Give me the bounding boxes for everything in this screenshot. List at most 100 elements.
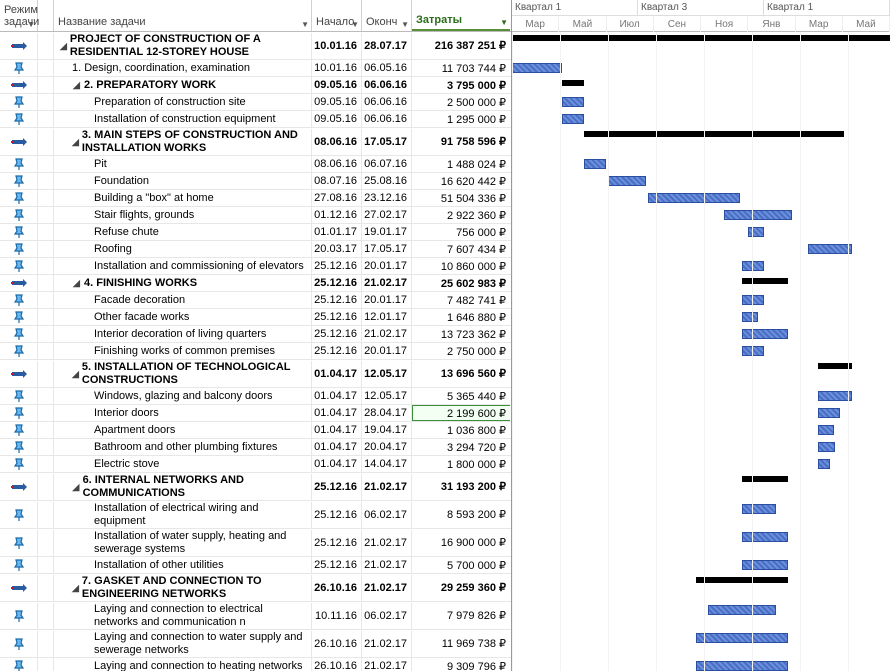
task-name-cell[interactable]: Refuse chute (54, 224, 312, 240)
task-start-cell[interactable]: 25.12.16 (312, 474, 362, 500)
task-cost-cell[interactable]: 13 696 560 ₽ (412, 361, 510, 387)
task-name-cell[interactable]: Electric stove (54, 456, 312, 472)
task-start-cell[interactable]: 01.04.17 (312, 405, 362, 421)
col-header-cost[interactable]: Затраты▼ (412, 0, 510, 31)
task-name-cell[interactable]: Finishing works of common premises (54, 343, 312, 359)
task-start-cell[interactable]: 27.08.16 (312, 190, 362, 206)
task-mode-cell[interactable] (0, 502, 38, 528)
task-row[interactable]: Apartment doors01.04.1719.04.171 036 800… (0, 422, 511, 439)
task-row[interactable]: ◢2. PREPARATORY WORK09.05.1606.06.163 79… (0, 77, 511, 94)
task-start-cell[interactable]: 25.12.16 (312, 326, 362, 342)
task-bar[interactable] (742, 560, 788, 570)
task-cost-cell[interactable]: 3 795 000 ₽ (412, 77, 510, 93)
task-end-cell[interactable]: 19.01.17 (362, 224, 412, 240)
task-start-cell[interactable]: 20.03.17 (312, 241, 362, 257)
task-row[interactable]: Refuse chute01.01.1719.01.17756 000 ₽ (0, 224, 511, 241)
task-name-cell[interactable]: Preparation of construction site (54, 94, 312, 110)
task-bar[interactable] (818, 425, 834, 435)
task-bar[interactable] (724, 210, 792, 220)
task-start-cell[interactable]: 10.01.16 (312, 33, 362, 59)
task-cost-cell[interactable]: 5 700 000 ₽ (412, 557, 510, 573)
task-mode-cell[interactable] (0, 129, 38, 155)
collapse-toggle-icon[interactable]: ◢ (72, 483, 80, 492)
task-name-cell[interactable]: Roofing (54, 241, 312, 257)
task-name-cell[interactable]: Stair flights, grounds (54, 207, 312, 223)
task-mode-cell[interactable] (0, 388, 38, 404)
task-start-cell[interactable]: 25.12.16 (312, 343, 362, 359)
task-start-cell[interactable]: 08.06.16 (312, 129, 362, 155)
task-start-cell[interactable]: 25.12.16 (312, 258, 362, 274)
task-cost-cell[interactable]: 16 620 442 ₽ (412, 173, 510, 189)
task-end-cell[interactable]: 21.02.17 (362, 326, 412, 342)
task-mode-cell[interactable] (0, 530, 38, 556)
task-row[interactable]: Installation of other utilities25.12.162… (0, 557, 511, 574)
summary-bar[interactable] (742, 278, 788, 284)
task-bar[interactable] (742, 261, 764, 271)
task-cost-cell[interactable]: 2 199 600 ₽ (412, 405, 510, 421)
task-cost-cell[interactable]: 11 703 744 ₽ (412, 60, 510, 76)
task-end-cell[interactable]: 06.06.16 (362, 77, 412, 93)
task-end-cell[interactable]: 21.02.17 (362, 530, 412, 556)
task-bar[interactable] (648, 193, 740, 203)
task-mode-cell[interactable] (0, 474, 38, 500)
task-mode-cell[interactable] (0, 603, 38, 629)
task-row[interactable]: Laying and connection to heating network… (0, 658, 511, 671)
collapse-toggle-icon[interactable]: ◢ (72, 584, 79, 593)
task-name-cell[interactable]: Laying and connection to heating network… (54, 658, 312, 671)
summary-bar[interactable] (584, 131, 844, 137)
task-name-cell[interactable]: Interior doors (54, 405, 312, 421)
task-row[interactable]: Installation of electrical wiring and eq… (0, 501, 511, 529)
task-mode-cell[interactable] (0, 343, 38, 359)
task-name-cell[interactable]: ◢5. INSTALLATION OF TECHNOLOGICAL CONSTR… (54, 361, 312, 387)
chevron-down-icon[interactable]: ▼ (27, 20, 35, 29)
collapse-toggle-icon[interactable]: ◢ (72, 81, 81, 90)
task-bar[interactable] (696, 633, 788, 643)
task-mode-cell[interactable] (0, 575, 38, 601)
task-row[interactable]: Foundation08.07.1625.08.1616 620 442 ₽ (0, 173, 511, 190)
task-bar[interactable] (808, 244, 852, 254)
task-end-cell[interactable]: 17.05.17 (362, 241, 412, 257)
task-cost-cell[interactable]: 216 387 251 ₽ (412, 33, 510, 59)
task-name-cell[interactable]: Installation and commissioning of elevat… (54, 258, 312, 274)
summary-bar[interactable] (696, 577, 788, 583)
task-cost-cell[interactable]: 8 593 200 ₽ (412, 502, 510, 528)
task-cost-cell[interactable]: 2 750 000 ₽ (412, 343, 510, 359)
summary-bar[interactable] (818, 363, 852, 369)
collapse-toggle-icon[interactable]: ◢ (72, 138, 79, 147)
task-name-cell[interactable]: ◢2. PREPARATORY WORK (54, 77, 312, 93)
task-end-cell[interactable]: 19.04.17 (362, 422, 412, 438)
task-cost-cell[interactable]: 11 969 738 ₽ (412, 631, 510, 657)
task-name-cell[interactable]: Pit (54, 156, 312, 172)
chevron-down-icon[interactable]: ▼ (500, 18, 508, 27)
task-name-cell[interactable]: Installation of other utilities (54, 557, 312, 573)
task-mode-cell[interactable] (0, 456, 38, 472)
task-mode-cell[interactable] (0, 241, 38, 257)
task-start-cell[interactable]: 26.10.16 (312, 575, 362, 601)
task-end-cell[interactable]: 06.07.16 (362, 156, 412, 172)
task-cost-cell[interactable]: 1 646 880 ₽ (412, 309, 510, 325)
task-row[interactable]: Finishing works of common premises25.12.… (0, 343, 511, 360)
task-mode-cell[interactable] (0, 173, 38, 189)
task-start-cell[interactable]: 01.04.17 (312, 361, 362, 387)
task-name-cell[interactable]: ◢PROJECT OF CONSTRUCTION OF A RESIDENTIA… (54, 33, 312, 59)
task-row[interactable]: Installation of water supply, heating an… (0, 529, 511, 557)
collapse-toggle-icon[interactable]: ◢ (60, 42, 67, 51)
task-end-cell[interactable]: 21.02.17 (362, 658, 412, 671)
task-end-cell[interactable]: 25.08.16 (362, 173, 412, 189)
task-mode-cell[interactable] (0, 258, 38, 274)
task-start-cell[interactable]: 01.01.17 (312, 224, 362, 240)
task-bar[interactable] (562, 114, 584, 124)
task-name-cell[interactable]: ◢3. MAIN STEPS OF CONSTRUCTION AND INSTA… (54, 129, 312, 155)
task-name-cell[interactable]: Laying and connection to water supply an… (54, 631, 312, 657)
task-cost-cell[interactable]: 2 922 360 ₽ (412, 207, 510, 223)
collapse-toggle-icon[interactable]: ◢ (72, 370, 79, 379)
task-row[interactable]: Electric stove01.04.1714.04.171 800 000 … (0, 456, 511, 473)
task-end-cell[interactable]: 23.12.16 (362, 190, 412, 206)
task-bar[interactable] (742, 346, 764, 356)
task-cost-cell[interactable]: 1 488 024 ₽ (412, 156, 510, 172)
task-row[interactable]: Installation of construction equipment09… (0, 111, 511, 128)
task-mode-cell[interactable] (0, 224, 38, 240)
task-row[interactable]: Pit08.06.1606.07.161 488 024 ₽ (0, 156, 511, 173)
task-mode-cell[interactable] (0, 156, 38, 172)
collapse-toggle-icon[interactable]: ◢ (72, 279, 81, 288)
